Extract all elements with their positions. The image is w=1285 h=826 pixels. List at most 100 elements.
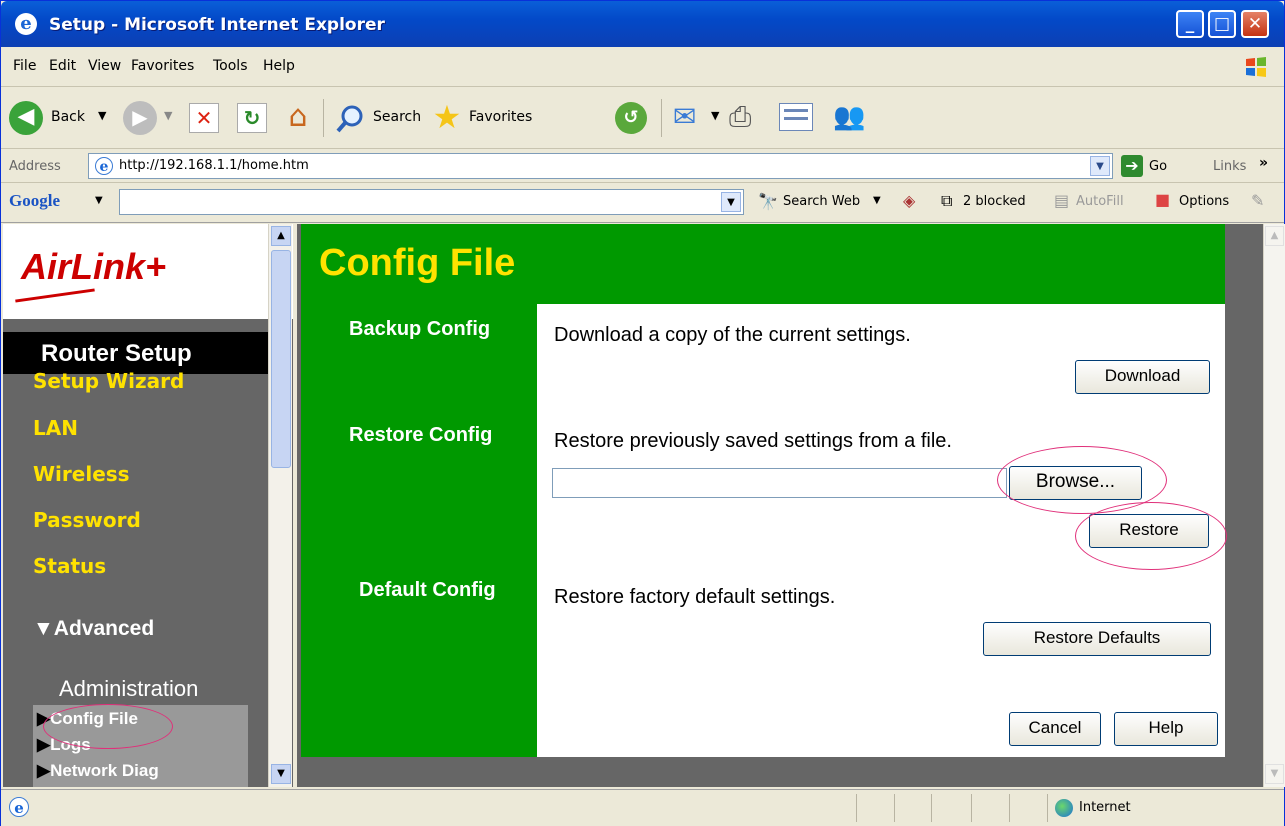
search-icon[interactable] [335, 103, 367, 135]
options-icon: ■ [1155, 190, 1171, 209]
back-button[interactable]: Back [51, 109, 85, 125]
mail-dropdown-icon[interactable]: ▼ [711, 109, 719, 122]
airlink-logo: AirLink+ [21, 246, 167, 287]
address-input[interactable]: e http://192.168.1.1/home.htm ▼ [88, 153, 1113, 179]
scroll-down-icon[interactable]: ▼ [271, 764, 291, 784]
options-button[interactable]: Options [1179, 194, 1229, 209]
google-dropdown-icon[interactable]: ▼ [721, 192, 741, 212]
restore-config-desc: Restore previously saved settings from a… [554, 430, 952, 452]
restore-config-label: Restore Config [349, 424, 493, 446]
close-button[interactable]: ✕ [1241, 10, 1269, 38]
nav-setup-wizard[interactable]: Setup Wizard [33, 369, 184, 393]
search-web-dropdown-icon[interactable]: ▼ [873, 195, 881, 206]
refresh-icon[interactable]: ↻ [237, 103, 267, 133]
mail-icon[interactable]: ✉ [673, 102, 707, 132]
page-title: Config File [319, 242, 516, 284]
google-search-input[interactable]: ▼ [119, 189, 744, 215]
default-config-desc: Restore factory default settings. [554, 586, 836, 608]
label-column [301, 304, 537, 757]
triangle-right-icon: ▶ [37, 735, 51, 754]
menu-help[interactable]: Help [263, 58, 295, 74]
toolbar: ◀ Back ▼ ▶ ▼ ✕ ↻ ⌂ Search ★ Favorites ↺ … [1, 87, 1284, 149]
links-label[interactable]: Links [1213, 159, 1246, 174]
status-bar: e Internet [1, 789, 1284, 826]
highlight-oval-config-file [43, 704, 173, 749]
menu-file[interactable]: File [13, 58, 36, 74]
menu-bar: File Edit View Favorites Tools Help [1, 47, 1284, 87]
file-path-input[interactable] [552, 468, 1007, 498]
nav-wireless[interactable]: Wireless [33, 462, 130, 486]
forward-icon[interactable]: ▶ [123, 101, 157, 135]
menu-favorites[interactable]: Favorites [131, 58, 194, 74]
maximize-button[interactable]: □ [1208, 10, 1236, 38]
triangle-down-icon: ▼ [33, 617, 54, 640]
history-icon[interactable]: ↺ [615, 102, 647, 134]
nav-advanced-label: Advanced [53, 617, 155, 640]
browser-window: e Setup - Microsoft Internet Explorer _ … [0, 0, 1285, 826]
maximize-icon: □ [1213, 14, 1231, 34]
search-web-button[interactable]: Search Web [783, 194, 860, 209]
cancel-button[interactable]: Cancel [1009, 712, 1101, 746]
nav-status[interactable]: Status [33, 554, 106, 578]
edit-icon[interactable] [779, 103, 813, 131]
address-label: Address [9, 159, 61, 174]
stop-icon[interactable]: ✕ [189, 103, 219, 133]
page-icon: e [95, 157, 113, 175]
google-toolbar: Google ▼ ▼ 🔭 Search Web ▼ ◈ ⧉ 2 blocked … [1, 183, 1284, 223]
print-icon[interactable]: ⎙ [729, 101, 765, 133]
home-icon[interactable]: ⌂ [281, 101, 315, 135]
zone-label: Internet [1079, 800, 1131, 815]
logo-area: AirLink+ [3, 224, 293, 319]
menu-tools[interactable]: Tools [213, 58, 248, 74]
ie-logo-icon: e [15, 13, 37, 35]
nav-lan[interactable]: LAN [33, 416, 78, 440]
links-chevron-icon[interactable]: » [1259, 155, 1268, 171]
help-button[interactable]: Help [1114, 712, 1218, 746]
sidebar-scroll-thumb[interactable] [271, 250, 291, 468]
nav-password[interactable]: Password [33, 508, 141, 532]
address-bar: Address e http://192.168.1.1/home.htm ▼ … [1, 149, 1284, 183]
scroll-down-icon[interactable]: ▼ [1265, 764, 1284, 784]
window-title: Setup - Microsoft Internet Explorer [49, 15, 385, 35]
forward-dropdown-icon[interactable]: ▼ [164, 109, 172, 122]
router-setup-header: Router Setup [3, 332, 273, 374]
favorites-star-icon[interactable]: ★ [429, 99, 465, 135]
download-button[interactable]: Download [1075, 360, 1210, 394]
address-dropdown-icon[interactable]: ▼ [1090, 156, 1110, 176]
binoculars-icon: 🔭 [758, 192, 778, 211]
pagerank-icon[interactable]: ◈ [903, 191, 915, 210]
google-logo[interactable]: Google [9, 191, 60, 211]
highlighter-icon[interactable]: ✎ [1251, 191, 1264, 210]
menu-view[interactable]: View [88, 58, 121, 74]
sidebar-scrollbar[interactable]: ▲ ▼ [268, 224, 292, 787]
messenger-icon[interactable]: 👥 [833, 101, 869, 133]
google-menu-dropdown-icon[interactable]: ▼ [95, 195, 103, 206]
blocked-count[interactable]: 2 blocked [963, 194, 1026, 209]
router-setup-title: Router Setup [41, 340, 192, 367]
main-scrollbar[interactable]: ▲ ▼ [1263, 224, 1285, 787]
minimize-icon: _ [1185, 14, 1195, 34]
autofill-icon: ▤ [1054, 191, 1070, 210]
title-banner: Config File [301, 224, 1225, 304]
restore-defaults-button[interactable]: Restore Defaults [983, 622, 1211, 656]
backup-config-label: Backup Config [349, 318, 491, 340]
windows-flag-icon [1246, 57, 1266, 77]
triangle-right-icon: ▶ [37, 761, 51, 780]
back-dropdown-icon[interactable]: ▼ [98, 109, 106, 122]
address-url: http://192.168.1.1/home.htm [119, 158, 309, 173]
favorites-button[interactable]: Favorites [469, 109, 532, 125]
search-button[interactable]: Search [373, 109, 421, 125]
scroll-up-icon[interactable]: ▲ [1265, 226, 1284, 246]
popup-blocker-icon[interactable]: ⧉ [941, 191, 952, 211]
go-arrow-icon[interactable]: ➔ [1121, 155, 1143, 177]
nav-advanced[interactable]: ▼Advanced [33, 617, 154, 641]
go-button[interactable]: Go [1149, 159, 1167, 174]
menu-edit[interactable]: Edit [49, 58, 76, 74]
nav-network-diag-label: Network Diag [50, 761, 159, 780]
minimize-button[interactable]: _ [1176, 10, 1204, 38]
nav-network-diag[interactable]: ▶Network Diag [37, 761, 159, 781]
title-bar: e Setup - Microsoft Internet Explorer _ … [1, 1, 1284, 47]
back-icon[interactable]: ◀ [9, 101, 43, 135]
scroll-up-icon[interactable]: ▲ [271, 226, 291, 246]
autofill-button[interactable]: AutoFill [1076, 194, 1124, 209]
